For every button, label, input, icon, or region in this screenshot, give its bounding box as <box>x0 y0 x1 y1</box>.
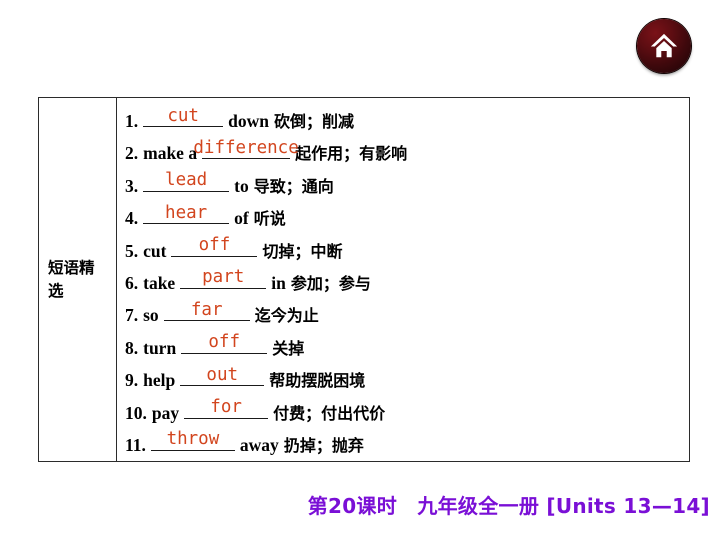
answer-text: out <box>206 364 239 385</box>
phrase-row: 2. make a difference 起作用；有影响 <box>125 136 689 168</box>
phrase-number: 1. <box>125 111 139 131</box>
footer-lesson-title: 第20课时 九年级全一册 [Units 13—14] <box>307 493 711 519</box>
answer-blank[interactable]: for <box>184 396 269 419</box>
phrase-translation: 参加；参与 <box>290 273 371 293</box>
answer-text: off <box>198 235 231 256</box>
phrase-row: 1. cut down 砍倒；削减 <box>125 104 689 136</box>
phrase-prefix: so <box>143 305 159 326</box>
answer-text: throw <box>166 429 220 450</box>
answer-text: part <box>202 267 245 288</box>
phrase-number: 10. <box>125 402 147 423</box>
home-button[interactable] <box>637 19 691 73</box>
answer-text: for <box>210 397 242 418</box>
answer-blank[interactable]: off <box>181 331 268 354</box>
phrase-translation: 切掉；中断 <box>262 241 343 261</box>
phrase-translation: 起作用；有影响 <box>295 144 408 164</box>
answer-blank[interactable]: part <box>180 266 267 289</box>
phrase-suffix: of <box>234 208 249 229</box>
phrase-row: 3. lead to 导致；通向 <box>125 169 689 201</box>
phrase-number: 8. <box>125 337 139 358</box>
phrase-translation: 关掉 <box>272 338 305 358</box>
phrase-number: 6. <box>125 272 139 293</box>
phrase-translation: 付费；付出代价 <box>273 403 386 423</box>
phrase-row: 9. help out 帮助摆脱困境 <box>125 363 689 395</box>
phrase-row: 11. throw away 扔掉；抛弃 <box>125 428 689 460</box>
answer-blank[interactable]: far <box>163 298 250 322</box>
answer-text: cut <box>167 105 199 126</box>
answer-text: difference <box>193 137 299 158</box>
footer: 第20课时 九年级全一册 [Units 13—14] <box>0 490 720 524</box>
phrase-number: 11. <box>125 434 146 455</box>
phrase-translation: 砍倒；削减 <box>273 112 354 131</box>
answer-blank[interactable]: difference <box>193 136 299 160</box>
home-icon <box>649 31 679 61</box>
phrase-number: 9. <box>125 370 139 391</box>
phrase-prefix: pay <box>151 402 180 423</box>
answer-blank[interactable]: hear <box>143 201 230 225</box>
phrase-number: 7. <box>125 305 139 326</box>
phrase-prefix: make a <box>143 143 198 164</box>
phrase-translation: 迄今为止 <box>254 306 319 326</box>
phrase-number: 4. <box>125 208 139 229</box>
answer-text: lead <box>165 170 208 191</box>
phrase-table: 短语精选 1. cut down 砍倒；削减 2. make a difference 起作用… <box>38 97 690 462</box>
phrase-translation: 导致；通向 <box>253 176 334 196</box>
phrase-row: 7. so far 迄今为止 <box>125 298 689 330</box>
answer-text: off <box>208 332 240 353</box>
phrase-translation: 扔掉；抛弃 <box>283 435 364 455</box>
phrase-translation: 听说 <box>253 209 286 229</box>
phrase-number: 2. <box>125 143 139 164</box>
phrase-list: 1. cut down 砍倒；削减 2. make a difference 起作用；有影响 3… <box>117 98 689 461</box>
phrase-translation: 帮助摆脱困境 <box>269 371 366 391</box>
answer-blank[interactable]: out <box>180 363 265 387</box>
answer-text: far <box>190 299 223 320</box>
section-label: 短语精选 <box>48 259 95 300</box>
phrase-row: 6. take part in 参加；参与 <box>125 266 689 298</box>
phrase-suffix: down <box>228 111 269 131</box>
phrase-suffix: to <box>234 175 249 196</box>
answer-text: hear <box>165 202 208 223</box>
answer-blank[interactable]: cut <box>143 104 224 127</box>
phrase-number: 5. <box>125 240 139 261</box>
phrase-prefix: cut <box>143 240 167 261</box>
phrase-prefix: help <box>143 370 176 391</box>
phrase-prefix: take <box>143 272 176 293</box>
phrase-number: 3. <box>125 175 139 196</box>
phrase-prefix: turn <box>143 337 177 358</box>
answer-blank[interactable]: lead <box>143 169 230 192</box>
phrase-row: 5. cut off 切掉；中断 <box>125 234 689 266</box>
table-label-cell: 短语精选 <box>39 98 117 461</box>
answer-blank[interactable]: off <box>171 234 258 257</box>
phrase-suffix: in <box>271 272 286 293</box>
phrase-row: 10. pay for 付费；付出代价 <box>125 396 689 428</box>
phrase-row: 4. hear of 听说 <box>125 201 689 233</box>
answer-blank[interactable]: throw <box>150 428 235 451</box>
phrase-row: 8. turn off 关掉 <box>125 331 689 363</box>
phrase-suffix: away <box>239 434 279 455</box>
slide-canvas: 短语精选 1. cut down 砍倒；削减 2. make a difference 起作用… <box>0 0 720 540</box>
